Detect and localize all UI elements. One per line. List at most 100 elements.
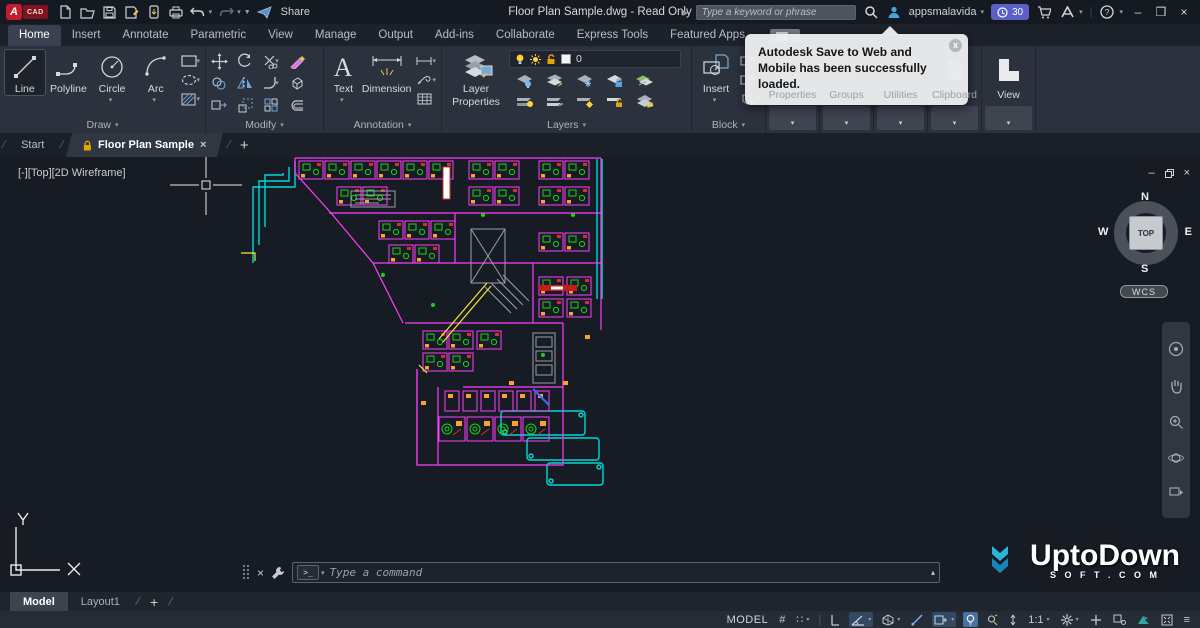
viewcube-east[interactable]: E xyxy=(1185,226,1192,238)
autocad-logo[interactable]: A CAD xyxy=(6,4,48,20)
layer-unlock-all-icon[interactable] xyxy=(605,94,624,108)
explode-icon[interactable] xyxy=(290,76,305,91)
table-icon[interactable] xyxy=(415,91,433,107)
rotate-icon[interactable] xyxy=(237,53,253,69)
tab-model[interactable]: Model xyxy=(10,592,68,611)
dimension-button[interactable]: Dimension xyxy=(362,50,412,95)
pan-icon[interactable] xyxy=(1169,378,1183,394)
help-dropdown-icon[interactable]: ▾ xyxy=(1119,8,1123,16)
tab-close-icon[interactable]: × xyxy=(200,139,206,151)
show-motion-icon[interactable] xyxy=(1169,486,1184,499)
viewport-minimize-icon[interactable]: – xyxy=(1148,167,1154,179)
circle-button[interactable]: Circle ▾ xyxy=(92,50,132,104)
command-bar[interactable]: >_ ▾ ▴ xyxy=(292,562,940,583)
status-menu-icon[interactable]: ≡ xyxy=(1182,612,1192,627)
layers-panel-label[interactable]: Layers▾ xyxy=(442,116,691,133)
undo-icon[interactable] xyxy=(190,4,206,20)
command-input[interactable] xyxy=(330,566,926,579)
layer-properties-button[interactable]: Layer Properties xyxy=(447,50,505,108)
viewcube[interactable]: TOP N S W E xyxy=(1108,195,1184,271)
model-space-indicator[interactable]: MODEL xyxy=(725,612,771,627)
drawing-viewport[interactable]: [-][Top][2D Wireframe] – × xyxy=(0,157,1200,592)
qat-customize-icon[interactable]: ▼ xyxy=(244,9,251,16)
undo-dropdown-icon[interactable]: ▾ xyxy=(209,8,213,16)
utilities-panel-expand[interactable]: ▾ xyxy=(877,106,924,130)
infer-constraints-icon[interactable] xyxy=(828,612,842,627)
properties-panel-expand[interactable]: ▾ xyxy=(769,106,816,130)
command-customize-wrench-icon[interactable] xyxy=(271,566,285,580)
copy-icon[interactable] xyxy=(211,76,227,91)
minimize-button[interactable]: – xyxy=(1130,5,1146,19)
panel-view[interactable]: View ▾ xyxy=(982,46,1036,133)
search-icon[interactable] xyxy=(863,4,879,20)
mirror-icon[interactable] xyxy=(237,76,253,90)
viewcube-south[interactable]: S xyxy=(1141,263,1148,275)
stretch-icon[interactable] xyxy=(211,98,227,112)
snap-mode-icon[interactable]: ∷▾ xyxy=(794,612,811,627)
tab-parametric[interactable]: Parametric xyxy=(180,25,258,46)
command-drag-handle[interactable] xyxy=(243,565,250,581)
hatch-dropdown-icon[interactable]: ▾ xyxy=(197,95,201,103)
text-button[interactable]: A Text ▾ xyxy=(329,50,358,104)
orbit-icon[interactable] xyxy=(1168,451,1184,465)
linear-dimension-icon[interactable] xyxy=(415,53,433,69)
arc-dropdown-icon[interactable]: ▾ xyxy=(152,96,156,104)
insert-dropdown-icon[interactable]: ▾ xyxy=(713,96,717,104)
new-file-icon[interactable] xyxy=(58,4,74,20)
fillet-dropdown-icon[interactable]: ▾ xyxy=(275,79,279,87)
layer-off-icon[interactable] xyxy=(515,74,534,88)
viewport-restore-icon[interactable] xyxy=(1165,169,1174,178)
keyword-search-input[interactable] xyxy=(696,5,856,20)
user-dropdown-icon[interactable]: ▾ xyxy=(980,8,984,16)
trial-countdown-badge[interactable]: 30 xyxy=(991,4,1029,20)
line-button[interactable]: Line xyxy=(5,50,45,95)
annotation-autoscale-icon[interactable] xyxy=(985,612,1000,627)
ellipse-icon[interactable] xyxy=(180,72,198,88)
customization-gear-icon[interactable]: ▾ xyxy=(1059,612,1081,627)
viewcube-north[interactable]: N xyxy=(1141,191,1149,203)
draw-panel-label[interactable]: Draw▾ xyxy=(0,116,205,133)
layer-state-icon[interactable] xyxy=(635,94,654,108)
tab-layout1[interactable]: Layout1 xyxy=(68,592,133,611)
search-collapse-icon[interactable]: ▶ xyxy=(682,8,688,17)
new-layout-button[interactable]: + xyxy=(142,594,166,610)
array-icon[interactable]: ▾ xyxy=(264,98,279,112)
offset-icon[interactable] xyxy=(289,99,305,112)
tab-floor-plan-sample[interactable]: Floor Plan Sample × xyxy=(66,133,223,157)
close-button[interactable]: × xyxy=(1176,5,1192,19)
autodesk-dropdown-icon[interactable]: ▾ xyxy=(1079,8,1083,16)
tab-collaborate[interactable]: Collaborate xyxy=(485,25,566,46)
object-snap-icon[interactable]: ▾ xyxy=(932,612,956,627)
tab-insert[interactable]: Insert xyxy=(61,25,112,46)
tab-start[interactable]: Start xyxy=(7,133,58,157)
groups-panel-expand[interactable]: ▾ xyxy=(823,106,870,130)
hatch-icon[interactable] xyxy=(180,91,198,107)
tab-output[interactable]: Output xyxy=(367,25,424,46)
redo-dropdown-icon[interactable]: ▾ xyxy=(237,8,241,16)
graphics-performance-icon[interactable] xyxy=(1135,612,1152,627)
save-icon[interactable] xyxy=(102,4,118,20)
help-icon[interactable]: ? xyxy=(1099,4,1115,20)
viewport-controls-label[interactable]: [-][Top][2D Wireframe] xyxy=(18,167,126,179)
redo-icon[interactable] xyxy=(218,4,234,20)
viewcube-top-face[interactable]: TOP xyxy=(1129,216,1163,250)
fillet-icon[interactable]: ▾ xyxy=(263,76,279,90)
new-tab-button[interactable]: + xyxy=(232,137,257,154)
share-icon[interactable] xyxy=(257,4,273,20)
tab-home[interactable]: Home xyxy=(8,25,61,46)
arc-button[interactable]: Arc ▾ xyxy=(136,50,176,104)
tab-annotate[interactable]: Annotate xyxy=(111,25,179,46)
tab-add-ins[interactable]: Add-ins xyxy=(424,25,485,46)
linear-dim-dropdown-icon[interactable]: ▾ xyxy=(432,57,436,65)
command-expand-icon[interactable]: ▴ xyxy=(931,568,935,577)
view-panel-expand[interactable]: ▾ xyxy=(985,106,1032,130)
layer-prev-icon[interactable] xyxy=(545,94,564,108)
leader-dropdown-icon[interactable]: ▾ xyxy=(432,76,436,84)
ellipse-dropdown-icon[interactable]: ▾ xyxy=(197,76,201,84)
rectangle-icon[interactable] xyxy=(180,53,198,69)
move-icon[interactable] xyxy=(211,53,228,70)
zoom-icon[interactable] xyxy=(1169,415,1184,430)
insert-block-button[interactable]: Insert ▾ xyxy=(697,50,735,104)
tab-view[interactable]: View xyxy=(257,25,304,46)
plot-icon[interactable] xyxy=(168,4,184,20)
